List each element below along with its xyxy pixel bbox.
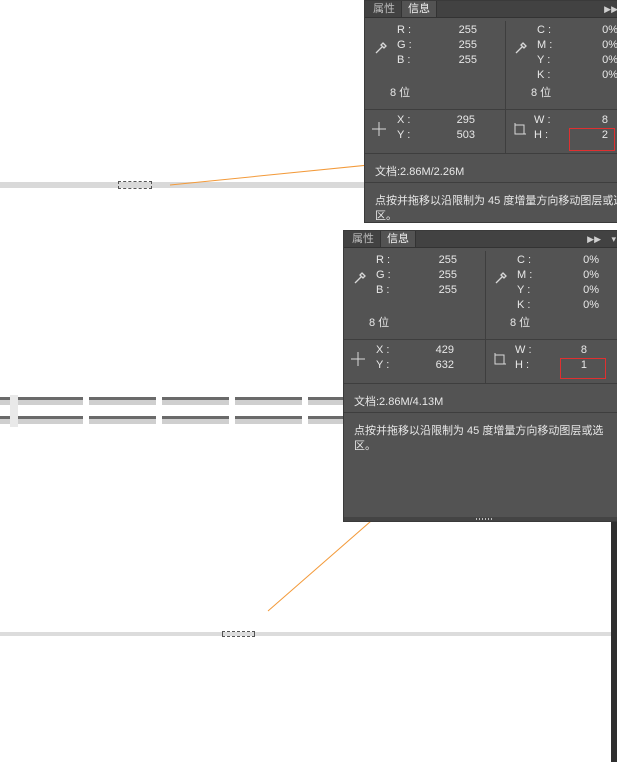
selection-size-icon <box>494 353 506 365</box>
panel-menu-icon[interactable]: ▾ <box>611 234 616 245</box>
k-label: K : <box>517 299 531 311</box>
hint-line-2: 区。 <box>354 440 376 452</box>
r-value: 255 <box>458 24 477 36</box>
c-value: 0% <box>602 24 617 36</box>
divider-vertical-2 <box>505 109 506 153</box>
g-value: 255 <box>458 39 477 51</box>
b-label: B : <box>397 54 411 66</box>
m-label: M : <box>537 39 553 51</box>
x-value: 429 <box>435 344 454 356</box>
w-label: W : <box>534 114 551 126</box>
divider-horizontal-2 <box>344 383 617 384</box>
info-panel-bottom: 属性 信息 ▶▶ ▾ R : G : B : 255 255 255 8 位 C… <box>343 230 617 522</box>
r-label: R : <box>376 254 391 266</box>
doc-size: 文档:2.86M/2.26M <box>375 166 465 178</box>
divider-horizontal-1 <box>365 109 617 110</box>
k-label: K : <box>537 69 551 81</box>
c-value: 0% <box>583 254 599 266</box>
y-label: Y : <box>537 54 551 66</box>
crosshair-icon <box>372 122 386 136</box>
x-label: X : <box>376 344 390 356</box>
rgb-bits: 8 位 <box>390 87 411 99</box>
eyedropper-icon <box>354 272 366 284</box>
y-pos-label: Y : <box>397 129 411 141</box>
h-highlight-box <box>560 358 606 379</box>
y-pos-label: Y : <box>376 359 390 371</box>
cmyk-bits: 8 位 <box>531 87 552 99</box>
eyedropper-cmyk-icon <box>515 42 527 54</box>
divider-horizontal-2 <box>365 153 617 154</box>
y-label: Y : <box>517 284 531 296</box>
m-label: M : <box>517 269 533 281</box>
h-highlight-box <box>569 128 615 151</box>
tab-info[interactable]: 信息 <box>401 1 437 17</box>
k-value: 0% <box>602 69 617 81</box>
rgb-bits: 8 位 <box>369 317 390 329</box>
panel-collapse-icon[interactable]: ▶▶ <box>587 234 601 245</box>
b-value: 255 <box>458 54 477 66</box>
r-value: 255 <box>438 254 457 266</box>
y-value: 503 <box>456 129 475 141</box>
doc-size: 文档:2.86M/4.13M <box>354 396 444 408</box>
tab-properties[interactable]: 属性 <box>346 231 380 247</box>
w-value: 8 <box>601 114 608 126</box>
hint-line-1: 点按并拖移以沿限制为 45 度增量方向移动图层或选 <box>375 195 617 207</box>
c-label: C : <box>517 254 532 266</box>
h-label: H : <box>515 359 530 371</box>
x-label: X : <box>397 114 411 126</box>
c-label: C : <box>537 24 552 36</box>
eyedropper-cmyk-icon <box>495 272 507 284</box>
divider-vertical <box>485 251 486 339</box>
selection-size-icon <box>514 123 526 135</box>
tab-properties[interactable]: 属性 <box>367 1 401 17</box>
panel-tabbar: 属性 信息 ▶▶ <box>365 1 617 18</box>
b-value: 255 <box>438 284 457 296</box>
resize-grip-dots <box>476 518 494 520</box>
h-label: H : <box>534 129 549 141</box>
divider-horizontal-3 <box>365 182 617 183</box>
g-label: G : <box>397 39 412 51</box>
w-value: 8 <box>580 344 587 356</box>
eyedropper-icon <box>375 42 387 54</box>
m-value: 0% <box>602 39 617 51</box>
x-value: 295 <box>456 114 475 126</box>
r-label: R : <box>397 24 412 36</box>
w-label: W : <box>515 344 532 356</box>
panel-collapse-icon[interactable]: ▶▶ <box>604 4 617 15</box>
info-panel-top: 属性 信息 ▶▶ R : G : B : 255 255 255 8 位 C :… <box>364 0 617 223</box>
cmyk-bits: 8 位 <box>510 317 531 329</box>
divider-horizontal-3 <box>344 412 617 413</box>
g-value: 255 <box>438 269 457 281</box>
m-value: 0% <box>583 269 599 281</box>
y-value: 0% <box>602 54 617 66</box>
b-label: B : <box>376 284 390 296</box>
k-value: 0% <box>583 299 599 311</box>
y-value: 632 <box>435 359 454 371</box>
hint-line-1: 点按并拖移以沿限制为 45 度增量方向移动图层或选 <box>354 425 604 437</box>
divider-vertical-2 <box>485 339 486 383</box>
divider-vertical <box>505 21 506 109</box>
crosshair-icon <box>351 352 365 366</box>
panel-tabbar: 属性 信息 ▶▶ ▾ <box>344 231 617 248</box>
hint-line-2: 区。 <box>375 210 397 222</box>
y-value: 0% <box>583 284 599 296</box>
g-label: G : <box>376 269 391 281</box>
tab-info[interactable]: 信息 <box>380 231 416 247</box>
divider-horizontal-1 <box>344 339 617 340</box>
